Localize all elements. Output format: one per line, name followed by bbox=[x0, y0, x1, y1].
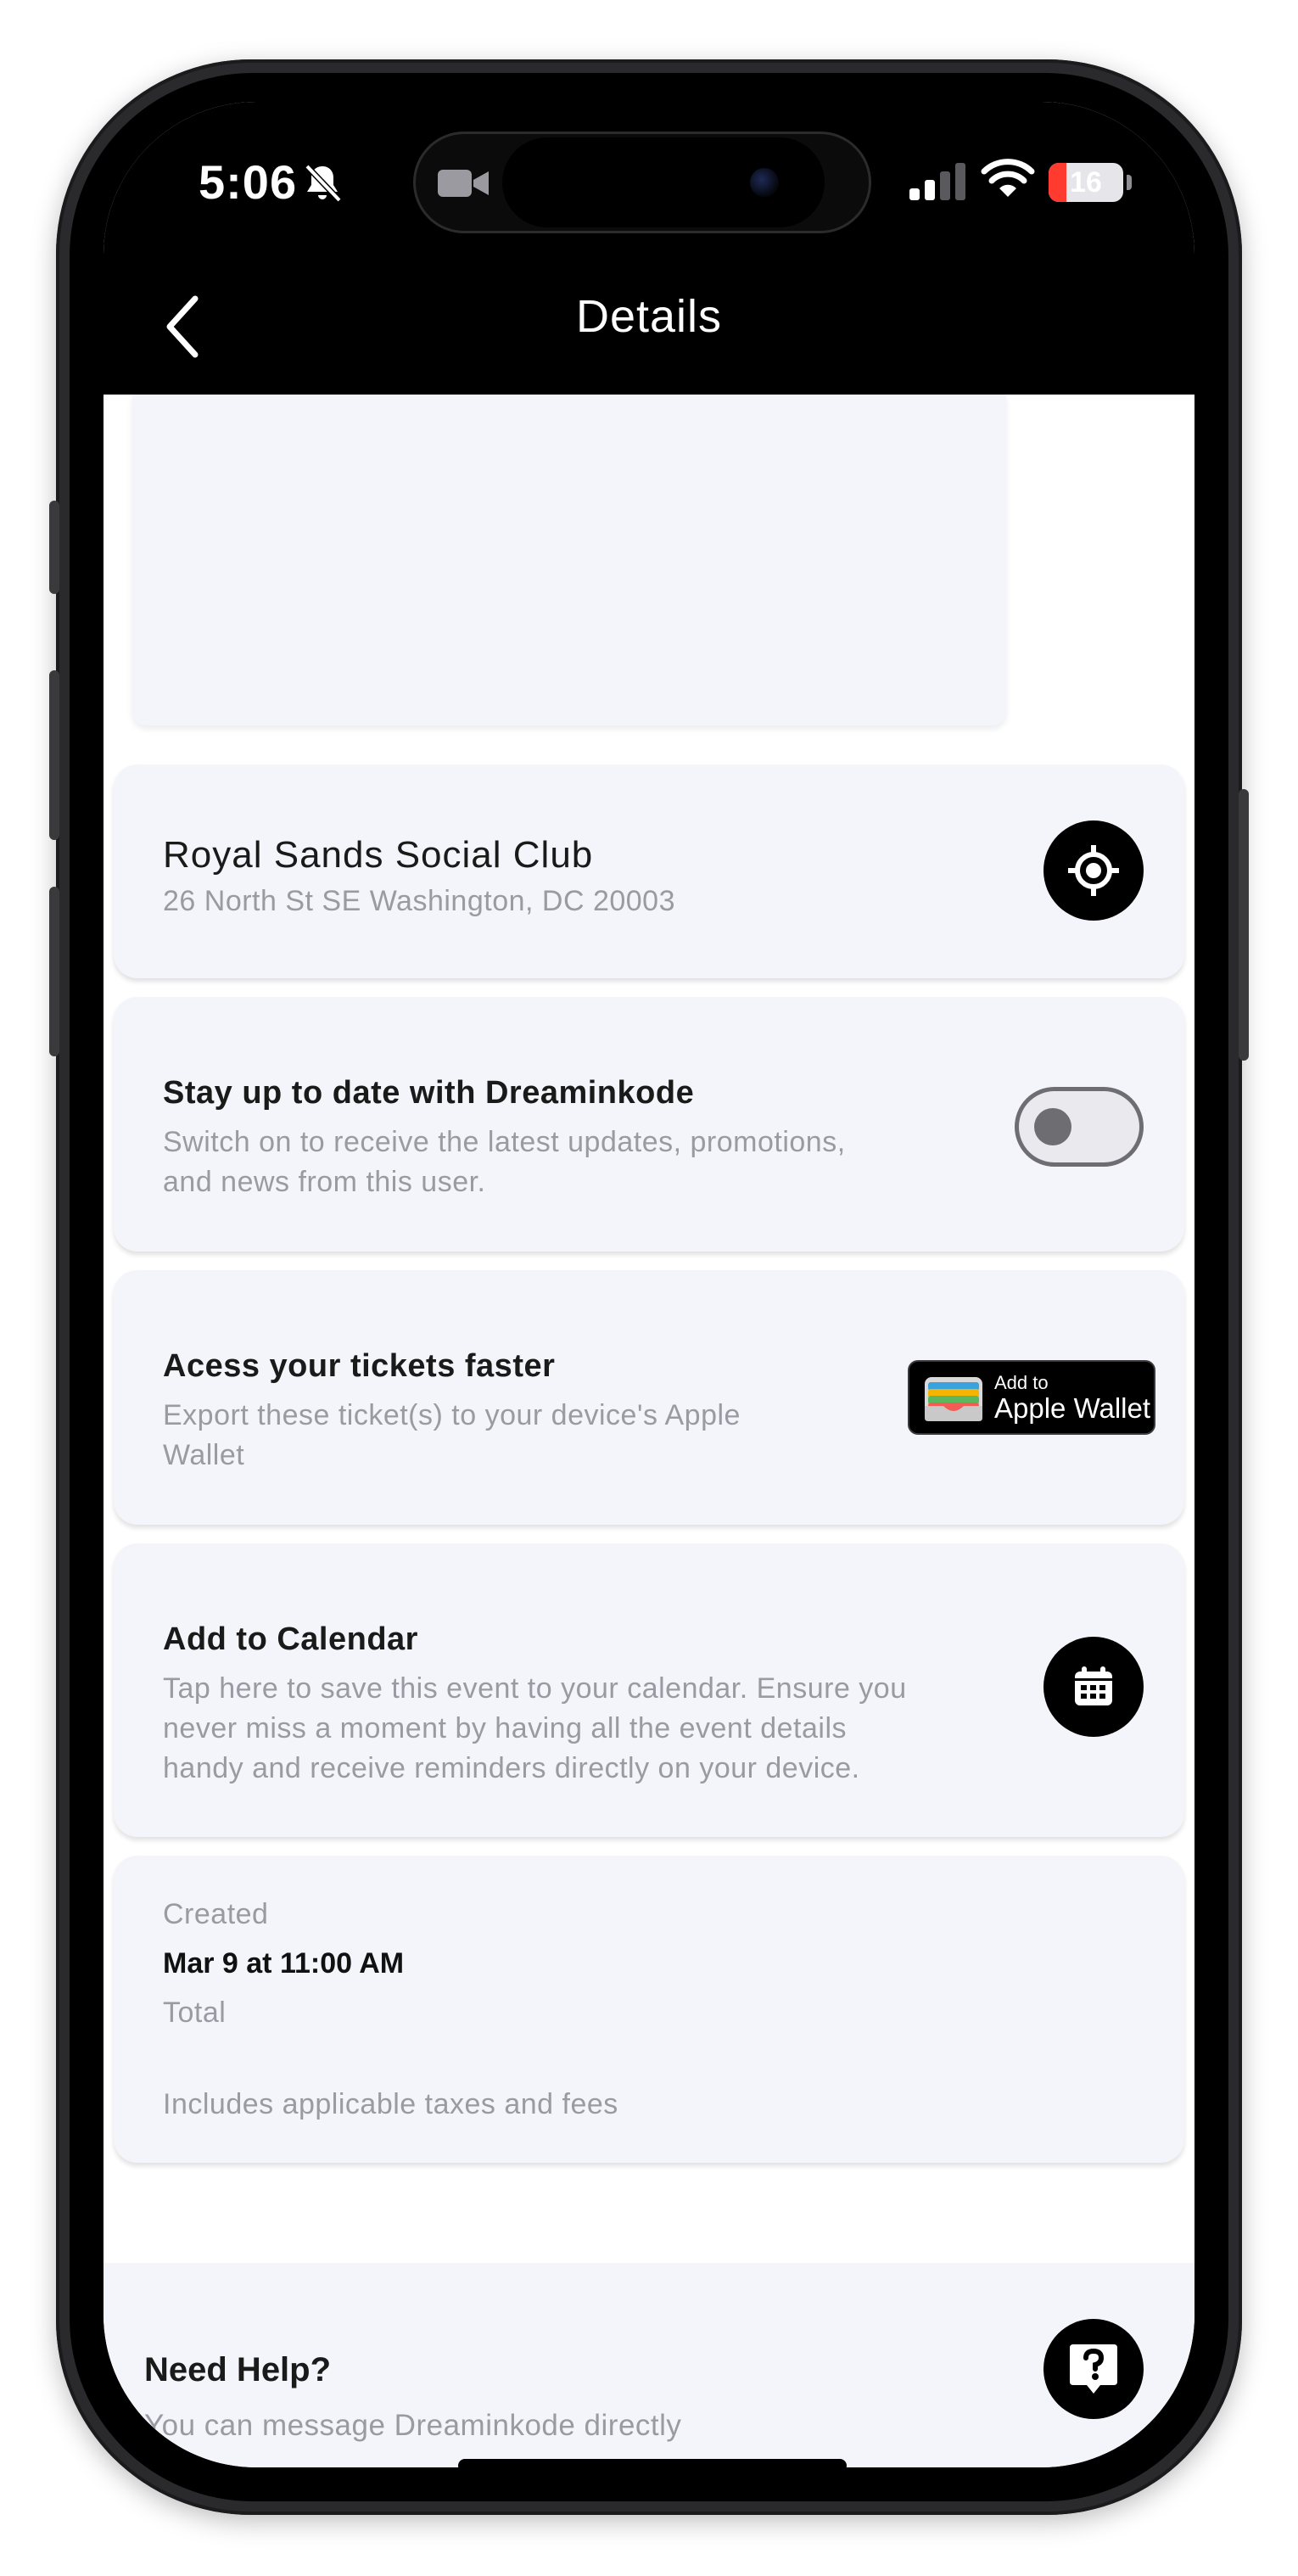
created-value: Mar 9 at 11:00 AM bbox=[163, 1947, 405, 1980]
bell-slash-icon bbox=[305, 164, 342, 203]
help-chat-icon bbox=[1070, 2344, 1117, 2394]
battery-cap bbox=[1127, 175, 1132, 190]
wifi-icon bbox=[981, 159, 1035, 197]
top-bar: 5:06 16 Details bbox=[104, 102, 1194, 395]
wallet-description-line1: Export these ticket(s) to your device's … bbox=[163, 1399, 741, 1431]
home-indicator[interactable] bbox=[458, 2459, 847, 2467]
screen: 5:06 16 Details Royal Sands Social Club … bbox=[104, 102, 1194, 2467]
order-info-card: Created Mar 9 at 11:00 AM Total Includes… bbox=[114, 1856, 1184, 2163]
calendar-description-line3: handy and receive reminders directly on … bbox=[163, 1752, 860, 1784]
battery-percentage: 16 bbox=[1070, 166, 1102, 199]
total-label: Total bbox=[163, 1996, 227, 2029]
status-time: 5:06 bbox=[199, 155, 298, 209]
venue-name: Royal Sands Social Club bbox=[163, 834, 594, 876]
help-subtitle: You can message Dreaminkode directly bbox=[144, 2409, 682, 2442]
power-button bbox=[1239, 789, 1249, 1061]
calendar-icon bbox=[1075, 1666, 1112, 1705]
directions-button[interactable] bbox=[1043, 820, 1144, 921]
help-section: Need Help? You can message Dreaminkode d… bbox=[104, 2263, 1194, 2467]
camera-lens bbox=[750, 168, 779, 197]
toggle-knob bbox=[1034, 1108, 1071, 1145]
venue-card: Royal Sands Social Club 26 North St SE W… bbox=[114, 764, 1184, 978]
calendar-description-line2: never miss a moment by having all the ev… bbox=[163, 1712, 848, 1744]
wallet-description-line2: Wallet bbox=[163, 1439, 245, 1471]
venue-address: 26 North St SE Washington, DC 20003 bbox=[163, 885, 675, 917]
wallet-button-small-label: Add to bbox=[994, 1372, 1049, 1393]
action-button bbox=[49, 501, 59, 594]
wallet-button-label: Apple Wallet bbox=[994, 1392, 1151, 1424]
updates-toggle[interactable] bbox=[1015, 1087, 1144, 1167]
cellular-signal-icon bbox=[909, 163, 965, 200]
help-title: Need Help? bbox=[144, 2351, 332, 2388]
updates-card: Stay up to date with Dreaminkode Switch … bbox=[114, 997, 1184, 1252]
volume-up-button bbox=[49, 670, 59, 840]
taxes-note: Includes applicable taxes and fees bbox=[163, 2088, 618, 2120]
crosshair-location-icon bbox=[1068, 845, 1119, 896]
battery-indicator: 16 bbox=[1049, 163, 1123, 202]
page-title: Details bbox=[575, 291, 723, 342]
calendar-description-line1: Tap here to save this event to your cale… bbox=[163, 1672, 907, 1705]
map-preview[interactable] bbox=[132, 395, 1006, 725]
wallet-icon bbox=[925, 1377, 982, 1421]
updates-description-line1: Switch on to receive the latest updates,… bbox=[163, 1126, 846, 1158]
wallet-title: Acess your tickets faster bbox=[163, 1348, 556, 1384]
message-help-button[interactable] bbox=[1043, 2319, 1144, 2419]
add-to-apple-wallet-button[interactable]: Add to Apple Wallet bbox=[908, 1360, 1155, 1435]
updates-description-line2: and news from this user. bbox=[163, 1166, 486, 1198]
updates-title: Stay up to date with Dreaminkode bbox=[163, 1075, 695, 1111]
calendar-title: Add to Calendar bbox=[163, 1621, 418, 1657]
facetime-icon bbox=[438, 170, 489, 197]
calendar-card[interactable]: Add to Calendar Tap here to save this ev… bbox=[114, 1543, 1184, 1837]
volume-down-button bbox=[49, 887, 59, 1056]
created-label: Created bbox=[163, 1898, 269, 1930]
add-to-calendar-button[interactable] bbox=[1043, 1637, 1144, 1737]
wallet-card: Acess your tickets faster Export these t… bbox=[114, 1270, 1184, 1525]
